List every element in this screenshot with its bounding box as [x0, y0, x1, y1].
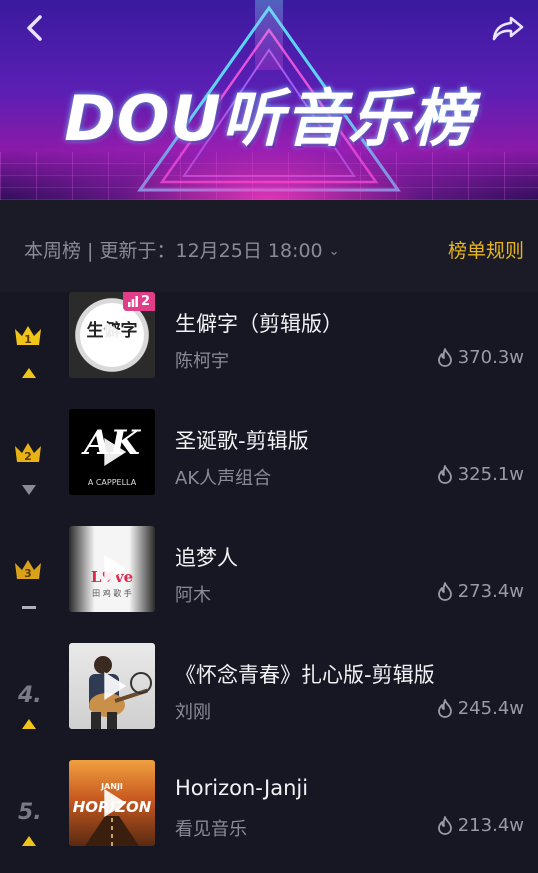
share-button[interactable]: [490, 10, 526, 46]
popularity: 213.4w: [437, 815, 524, 836]
flame-icon: [437, 582, 452, 601]
song-row[interactable]: 1 生僻字 2 生僻字（剪辑版） 陈柯宇 370.3w: [0, 292, 538, 409]
heat-value: 370.3w: [457, 347, 524, 368]
trend-down-icon: [21, 481, 37, 495]
share-arrow-icon: [492, 16, 524, 41]
play-icon: [104, 555, 127, 583]
play-icon: [104, 672, 127, 700]
popularity: 370.3w: [437, 347, 524, 368]
popularity: 245.4w: [437, 698, 524, 719]
song-title: 追梦人: [175, 546, 238, 570]
flame-icon: [437, 348, 452, 367]
song-row[interactable]: 3 L♥ve 田 鸡 歌 手追梦人阿木 273.4w: [0, 526, 538, 643]
trend-flat-icon: [21, 598, 37, 610]
trend-up-icon: [21, 364, 37, 378]
rank-number: 1: [24, 333, 32, 346]
heat-value: 213.4w: [457, 815, 524, 836]
rank-number: 4.: [18, 683, 42, 708]
song-title: 圣诞歌-剪辑版: [175, 429, 309, 453]
update-time-label: 本周榜 | 更新于：12月25日 18:00: [24, 240, 323, 262]
crown-rank-icon: 2: [14, 441, 42, 467]
bar-chart-icon: [127, 296, 138, 307]
rank-change-badge: 2: [122, 292, 155, 311]
popularity: 325.1w: [437, 464, 524, 485]
rank-column: 4.: [8, 665, 50, 735]
album-cover[interactable]: AK A CAPPELLA: [69, 409, 155, 495]
song-row[interactable]: 2 AK A CAPPELLA 圣诞歌-剪辑版 AK人声组合 325.1w: [0, 409, 538, 526]
album-cover[interactable]: [69, 643, 155, 729]
flame-icon: [437, 465, 452, 484]
album-cover[interactable]: HORIZON JANJI: [69, 760, 155, 846]
header-banner: DOU听音乐榜: [0, 0, 538, 200]
play-icon: [104, 321, 127, 349]
song-title: Horizon-Janji: [175, 776, 309, 800]
rank-column: 3: [8, 548, 50, 618]
trend-up-icon: [21, 715, 37, 729]
popularity: 273.4w: [437, 581, 524, 602]
play-icon: [104, 438, 127, 466]
song-title: 生僻字（剪辑版）: [175, 312, 343, 336]
rank-column: 1: [8, 314, 50, 384]
rank-number: 5.: [18, 800, 42, 825]
artist-name: 陈柯宇: [175, 351, 229, 372]
chevron-left-icon: [27, 15, 42, 41]
play-icon: [104, 789, 127, 817]
chart-title: DOU听音乐榜: [64, 82, 474, 155]
heat-value: 245.4w: [457, 698, 524, 719]
song-list: 1 生僻字 2 生僻字（剪辑版） 陈柯宇 370.3w 2 AK A CAPPELLA 圣诞歌-剪…: [0, 292, 538, 873]
crown-rank-icon: 3: [14, 558, 42, 584]
rank-column: 5.: [8, 782, 50, 852]
album-cover[interactable]: L♥ve 田 鸡 歌 手: [69, 526, 155, 612]
rank-number: 2: [24, 450, 32, 463]
song-row[interactable]: 4. 《怀念青春》扎心版-剪辑版 刘刚 245.4w: [0, 643, 538, 760]
flame-icon: [437, 699, 452, 718]
artist-name: 看见音乐: [175, 819, 247, 840]
artist-name: AK人声组合: [175, 468, 272, 489]
flame-icon: [437, 816, 452, 835]
song-row[interactable]: 5. HORIZON JANJI Horizon-Janji 看见音乐 213.4w: [0, 760, 538, 873]
heat-value: 325.1w: [457, 464, 524, 485]
trend-up-icon: [21, 832, 37, 846]
artist-name: 刘刚: [175, 702, 211, 723]
rank-column: 2: [8, 431, 50, 501]
update-time-selector[interactable]: 本周榜 | 更新于：12月25日 18:00 ⌄: [24, 236, 340, 263]
chart-rules-link[interactable]: 榜单规则: [448, 236, 524, 263]
chevron-down-icon: ⌄: [328, 244, 340, 259]
cover-art-subtext: A CAPPELLA: [87, 478, 137, 487]
crown-rank-icon: 1: [14, 324, 42, 350]
back-button[interactable]: [16, 10, 52, 46]
artist-name: 阿木: [175, 585, 211, 606]
album-cover[interactable]: 生僻字 2: [69, 292, 155, 378]
rank-number: 3: [24, 567, 32, 580]
heat-value: 273.4w: [457, 581, 524, 602]
cover-art-subtext: 田 鸡 歌 手: [92, 589, 132, 598]
song-title: 《怀念青春》扎心版-剪辑版: [175, 663, 435, 687]
badge-count: 2: [140, 294, 150, 309]
